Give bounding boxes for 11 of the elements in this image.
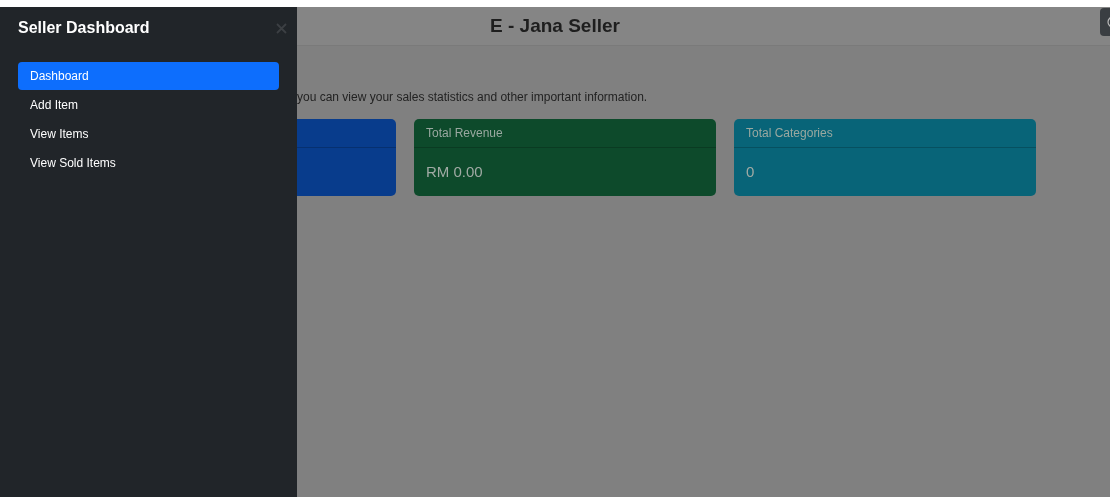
description-text: you can view your sales statistics and other important information. xyxy=(297,89,649,106)
card-title: Total Categories xyxy=(746,125,833,142)
nav-item[interactable]: View Sold Items xyxy=(18,149,279,177)
card-value: RM 0.00 xyxy=(426,161,483,182)
site-title: E - Jana Seller xyxy=(490,13,620,38)
sidebar-title: Seller Dashboard xyxy=(18,18,150,38)
card-value: 0 xyxy=(746,161,755,182)
nav-item[interactable]: Add Item xyxy=(18,91,279,119)
nav-item[interactable]: Dashboard xyxy=(18,62,279,90)
card-title: Total Revenue xyxy=(426,125,503,142)
nav-item[interactable]: View Items xyxy=(18,120,279,148)
